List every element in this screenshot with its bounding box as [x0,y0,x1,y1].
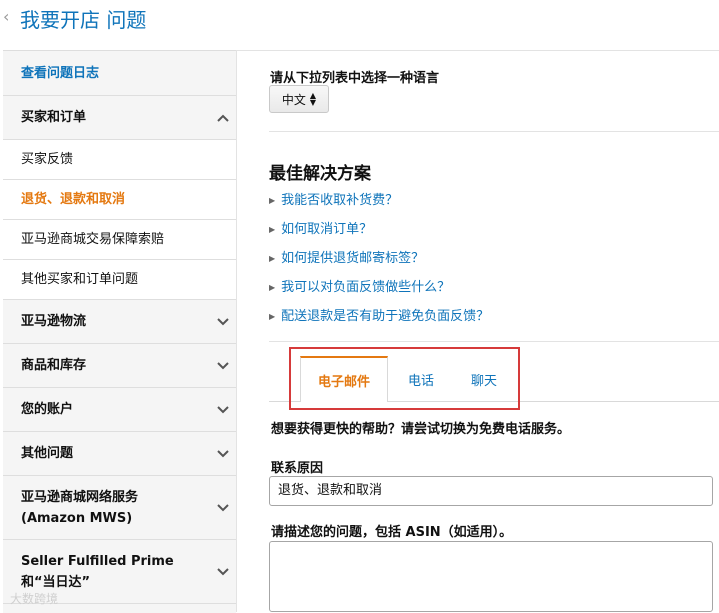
language-label: 请从下拉列表中选择一种语言 [270,71,440,86]
section-divider [269,131,719,132]
contact-reason-label: 联系原因 [271,461,324,476]
language-select[interactable]: 中文 ▲ ▼ [269,85,329,113]
chevron-down-icon[interactable] [210,405,236,414]
best-solutions-title: 最佳解决方案 [269,164,371,184]
faq-link[interactable]: ▶ 我能否收取补货费？ [269,189,398,208]
page-title: 我要开店 问题 [20,8,147,32]
sidebar-item-amazon-mws[interactable]: 亚马逊商城网络服务 (Amazon MWS) [3,476,236,540]
bullet-icon: ▶ [269,254,276,263]
sidebar-item-fba[interactable]: 亚马逊物流 [3,300,236,344]
sidebar-item-issue-log[interactable]: 查看问题日志 [3,51,236,96]
tabs-highlight-box [289,347,520,410]
select-arrows-icon: ▲ ▼ [309,91,317,107]
faq-link[interactable]: ▶ 配送退款是否有助于避免负面反馈？ [269,305,489,324]
chevron-up-icon[interactable] [210,114,236,122]
bullet-icon: ▶ [269,283,276,292]
chevron-down-icon[interactable] [210,361,236,370]
page-header: ‹ 我要开店 问题 [0,0,719,40]
chevron-down-icon[interactable] [210,503,236,512]
bullet-icon: ▶ [269,196,276,205]
faq-link[interactable]: ▶ 如何取消订单？ [269,218,372,237]
bullet-icon: ▶ [269,312,276,321]
chevron-down-icon[interactable] [210,567,236,576]
sidebar-item-returns[interactable]: 退货、退款和取消 [3,180,236,220]
sidebar-item-products-inventory[interactable]: 商品和库存 [3,344,236,388]
language-selected-value: 中文 [281,92,306,107]
faq-link[interactable]: ▶ 如何提供退货邮寄标签？ [269,247,424,266]
describe-issue-label: 请描述您的问题，包括 ASIN（如适用）。 [271,525,513,540]
contact-reason-field[interactable]: 退货、退款和取消 [269,476,713,506]
describe-issue-textarea[interactable] [269,541,713,612]
help-text: 想要获得更快的帮助？请尝试切换为免费电话服务。 [271,422,571,437]
bullet-icon: ▶ [269,225,276,234]
faq-link[interactable]: ▶ 我可以对负面反馈做些什么？ [269,276,450,295]
sidebar-item-other-issues[interactable]: 其他问题 [3,432,236,476]
section-divider [269,341,719,342]
back-chevron-icon[interactable]: ‹ [3,7,9,26]
chevron-down-icon[interactable] [210,317,236,326]
sidebar-item-a-to-z-claims[interactable]: 亚马逊商城交易保障索赔 [3,220,236,260]
sidebar-item-buyer-feedback[interactable]: 买家反馈 [3,140,236,180]
sidebar: 查看问题日志 买家和订单 买家反馈 退货、退款和取消 亚马逊商城交易保障索赔 其… [3,50,236,613]
watermark: 大数跨境 [10,592,59,606]
content-top-border [236,50,719,51]
sidebar-divider [236,50,237,612]
chevron-down-icon[interactable] [210,449,236,458]
sidebar-item-other-buyer-issues[interactable]: 其他买家和订单问题 [3,260,236,300]
sidebar-item-your-account[interactable]: 您的账户 [3,388,236,432]
sidebar-item-buyers-orders[interactable]: 买家和订单 [3,96,236,140]
